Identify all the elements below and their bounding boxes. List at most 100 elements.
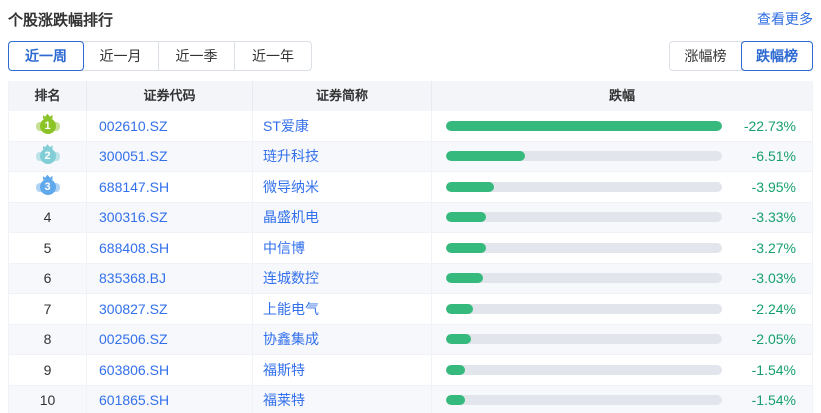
table-row[interactable]: 5 688408.SH 中信博 -3.27%	[9, 233, 812, 264]
drop-cell: -22.73%	[432, 111, 812, 141]
drop-cell: -3.27%	[432, 233, 812, 263]
table-header-row: 排名 证券代码 证券简称 跌幅	[9, 81, 812, 111]
table-row[interactable]: 9 603806.SH 福斯特 -1.54%	[9, 355, 812, 386]
table-body: 1 002610.SZ ST爱康 -22.73% 2 300051.SZ 琏升科…	[9, 111, 812, 413]
table-row[interactable]: 8 002506.SZ 协鑫集成 -2.05%	[9, 325, 812, 356]
change-percent: -6.51%	[738, 148, 796, 164]
tab-time-2[interactable]: 近一季	[159, 42, 235, 70]
bar-fill	[446, 334, 471, 344]
drop-cell: -1.54%	[432, 355, 812, 385]
rank-number: 7	[44, 301, 52, 317]
change-percent: -3.33%	[738, 209, 796, 225]
stock-name[interactable]: 连城数控	[253, 264, 432, 294]
tab-board-0[interactable]: 涨幅榜	[670, 42, 742, 70]
table-row[interactable]: 4 300316.SZ 晶盛机电 -3.33%	[9, 203, 812, 234]
stock-name[interactable]: 晶盛机电	[253, 203, 432, 233]
bar-track	[446, 182, 722, 192]
ranking-table: 排名 证券代码 证券简称 跌幅 1 002610.SZ ST爱康 -22.73%…	[8, 81, 813, 413]
tab-time-0[interactable]: 近一周	[8, 41, 84, 71]
change-percent: -1.54%	[738, 392, 796, 408]
rank-cell: 8	[9, 325, 87, 355]
bar-track	[446, 273, 722, 283]
bar-track	[446, 121, 722, 131]
tab-time-1[interactable]: 近一月	[83, 42, 159, 70]
rank-number: 5	[44, 240, 52, 256]
bar-track	[446, 395, 722, 405]
stock-name[interactable]: 福斯特	[253, 355, 432, 385]
stock-code[interactable]: 601865.SH	[87, 386, 253, 413]
drop-cell: -6.51%	[432, 142, 812, 172]
rank-number: 10	[40, 392, 56, 408]
bar-track	[446, 304, 722, 314]
change-percent: -1.54%	[738, 362, 796, 378]
rank-cell: 2	[9, 142, 87, 172]
bar-fill	[446, 151, 525, 161]
tab-time-3[interactable]: 近一年	[235, 42, 311, 70]
rank-cell: 1	[9, 111, 87, 141]
stock-name[interactable]: 琏升科技	[253, 142, 432, 172]
bar-track	[446, 151, 722, 161]
stock-code[interactable]: 300051.SZ	[87, 142, 253, 172]
rank-cell: 5	[9, 233, 87, 263]
stock-name[interactable]: 微导纳米	[253, 172, 432, 202]
change-percent: -3.03%	[738, 270, 796, 286]
drop-cell: -2.24%	[432, 294, 812, 324]
rank-cell: 4	[9, 203, 87, 233]
rank-cell: 10	[9, 386, 87, 413]
table-row[interactable]: 10 601865.SH 福莱特 -1.54%	[9, 386, 812, 413]
tab-board-1[interactable]: 跌幅榜	[741, 41, 813, 71]
table-row[interactable]: 2 300051.SZ 琏升科技 -6.51%	[9, 142, 812, 173]
stock-code[interactable]: 688147.SH	[87, 172, 253, 202]
drop-cell: -3.33%	[432, 203, 812, 233]
panel-header: 个股涨跌幅排行 查看更多	[8, 8, 813, 30]
change-percent: -22.73%	[738, 118, 796, 134]
change-percent: -2.05%	[738, 331, 796, 347]
rank-medal-icon: 3	[36, 177, 60, 197]
filter-bar: 近一周 近一月 近一季 近一年 涨幅榜 跌幅榜	[8, 41, 813, 71]
drop-cell: -3.95%	[432, 172, 812, 202]
drop-cell: -3.03%	[432, 264, 812, 294]
stock-ranking-panel: 个股涨跌幅排行 查看更多 近一周 近一月 近一季 近一年 涨幅榜 跌幅榜 排名 …	[0, 0, 821, 413]
table-row[interactable]: 3 688147.SH 微导纳米 -3.95%	[9, 172, 812, 203]
rank-number: 9	[44, 362, 52, 378]
column-header-code: 证券代码	[87, 81, 253, 111]
rank-number: 4	[44, 209, 52, 225]
bar-fill	[446, 365, 465, 375]
bar-fill	[446, 212, 486, 222]
stock-name[interactable]: 福莱特	[253, 386, 432, 413]
stock-code[interactable]: 300827.SZ	[87, 294, 253, 324]
page-title: 个股涨跌幅排行	[8, 9, 113, 30]
stock-code[interactable]: 688408.SH	[87, 233, 253, 263]
stock-code[interactable]: 002610.SZ	[87, 111, 253, 141]
change-percent: -2.24%	[738, 301, 796, 317]
stock-code[interactable]: 300316.SZ	[87, 203, 253, 233]
rank-cell: 3	[9, 172, 87, 202]
rank-cell: 9	[9, 355, 87, 385]
column-header-rank: 排名	[9, 81, 87, 111]
bar-track	[446, 243, 722, 253]
rank-medal-icon: 1	[36, 116, 60, 136]
bar-fill	[446, 243, 486, 253]
bar-track	[446, 212, 722, 222]
stock-code[interactable]: 603806.SH	[87, 355, 253, 385]
stock-name[interactable]: 中信博	[253, 233, 432, 263]
column-header-name: 证券简称	[253, 81, 432, 111]
rank-medal-icon: 2	[36, 146, 60, 166]
stock-code[interactable]: 835368.BJ	[87, 264, 253, 294]
view-more-link[interactable]: 查看更多	[757, 9, 813, 29]
rank-number: 6	[44, 270, 52, 286]
table-row[interactable]: 7 300827.SZ 上能电气 -2.24%	[9, 294, 812, 325]
stock-name[interactable]: 协鑫集成	[253, 325, 432, 355]
rank-number: 8	[44, 331, 52, 347]
drop-cell: -2.05%	[432, 325, 812, 355]
change-percent: -3.27%	[738, 240, 796, 256]
time-range-tabs: 近一周 近一月 近一季 近一年	[8, 41, 312, 71]
board-toggle: 涨幅榜 跌幅榜	[669, 41, 813, 71]
bar-fill	[446, 304, 473, 314]
change-percent: -3.95%	[738, 179, 796, 195]
table-row[interactable]: 1 002610.SZ ST爱康 -22.73%	[9, 111, 812, 142]
stock-name[interactable]: 上能电气	[253, 294, 432, 324]
stock-name[interactable]: ST爱康	[253, 111, 432, 141]
table-row[interactable]: 6 835368.BJ 连城数控 -3.03%	[9, 264, 812, 295]
stock-code[interactable]: 002506.SZ	[87, 325, 253, 355]
